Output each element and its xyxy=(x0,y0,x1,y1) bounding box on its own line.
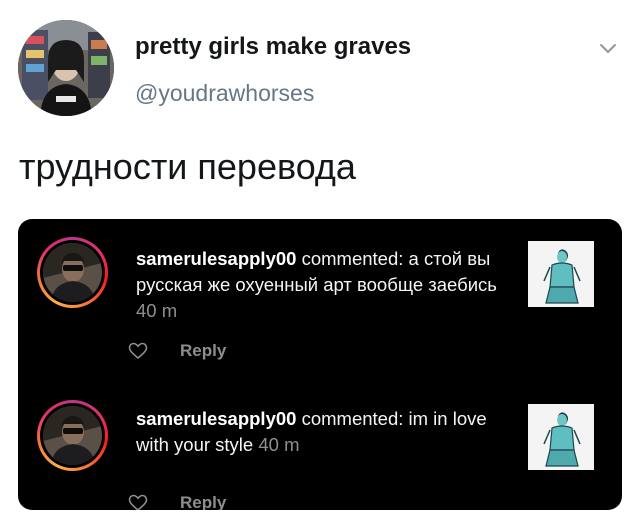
reply-row: Reply xyxy=(18,339,318,363)
user-avatar[interactable] xyxy=(18,20,114,116)
heart-icon[interactable] xyxy=(128,494,148,510)
commenter-avatar xyxy=(43,243,102,302)
post-thumbnail[interactable] xyxy=(528,241,594,307)
reply-row: Reply xyxy=(18,491,318,510)
tweet-card: pretty girls make graves @youdrawhorses … xyxy=(0,0,640,530)
commenter-avatar xyxy=(43,406,102,465)
notification-text: samerulesapply00 commented: а стой вы ру… xyxy=(136,246,516,324)
reply-button[interactable]: Reply xyxy=(180,493,226,510)
comment-action: commented: xyxy=(296,408,409,429)
story-ring[interactable] xyxy=(37,400,108,471)
profile-photo xyxy=(18,20,114,116)
chevron-down-icon[interactable] xyxy=(597,37,619,59)
story-ring[interactable] xyxy=(37,237,108,308)
comment-action: commented: xyxy=(296,248,409,269)
comment-time: 40 m xyxy=(258,434,300,455)
post-thumbnail[interactable] xyxy=(528,404,594,470)
display-name[interactable]: pretty girls make graves xyxy=(135,33,411,61)
attached-image[interactable]: samerulesapply00 commented: а стой вы ру… xyxy=(18,219,622,510)
comment-time: 40 m xyxy=(136,300,178,321)
user-handle[interactable]: @youdrawhorses xyxy=(135,80,314,107)
notification-text: samerulesapply00 commented: im in love w… xyxy=(136,406,516,458)
tweet-text: трудности перевода xyxy=(19,146,356,187)
commenter-username[interactable]: samerulesapply00 xyxy=(136,408,296,429)
heart-icon[interactable] xyxy=(128,342,148,360)
commenter-username[interactable]: samerulesapply00 xyxy=(136,248,296,269)
reply-button[interactable]: Reply xyxy=(180,341,226,361)
